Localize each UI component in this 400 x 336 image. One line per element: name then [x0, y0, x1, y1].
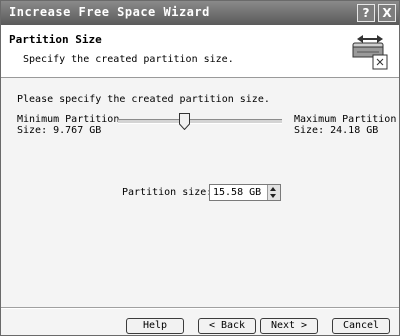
- help-title-button[interactable]: ?: [357, 4, 375, 22]
- spin-up-icon[interactable]: [270, 187, 276, 191]
- partition-size-value[interactable]: 15.58 GB: [213, 187, 261, 198]
- question-icon: ?: [362, 6, 370, 20]
- partition-size-slider-thumb[interactable]: [179, 113, 190, 130]
- back-button[interactable]: < Back: [198, 318, 256, 334]
- window-title: Increase Free Space Wizard: [9, 5, 210, 19]
- close-icon: X: [382, 6, 392, 20]
- wizard-window: Increase Free Space Wizard ? X Partition…: [0, 0, 400, 336]
- instruction-text: Please specify the created partition siz…: [17, 94, 270, 105]
- partition-size-input[interactable]: 15.58 GB: [209, 184, 281, 201]
- minimum-partition-label-line1: Minimum Partition: [17, 114, 120, 125]
- close-button[interactable]: X: [378, 4, 396, 22]
- minimum-partition-label: Minimum Partition Size: 9.767 GB: [17, 114, 119, 136]
- footer-divider: [1, 307, 399, 309]
- maximum-partition-size-value: Size: 24.18 GB: [294, 125, 379, 136]
- wizard-header: Partition Size Specify the created parti…: [1, 25, 399, 78]
- cancel-button[interactable]: Cancel: [332, 318, 390, 334]
- maximum-partition-label: Maximum Partition Size: 24.18 GB: [294, 114, 396, 136]
- title-bar[interactable]: Increase Free Space Wizard ? X: [1, 1, 399, 25]
- next-button[interactable]: Next >: [260, 318, 318, 334]
- minimum-partition-size-value: Size: 9.767 GB: [17, 125, 102, 136]
- page-title: Partition Size: [9, 33, 102, 46]
- maximum-partition-label-line1: Maximum Partition: [294, 114, 397, 125]
- partition-size-spinner[interactable]: [267, 185, 280, 200]
- partition-size-slider-track[interactable]: [118, 119, 282, 124]
- partition-resize-icon: [352, 35, 388, 70]
- partition-size-label: Partition size:: [122, 187, 213, 198]
- spin-down-icon[interactable]: [270, 194, 276, 198]
- help-button[interactable]: Help: [126, 318, 184, 334]
- page-subtitle: Specify the created partition size.: [23, 54, 234, 65]
